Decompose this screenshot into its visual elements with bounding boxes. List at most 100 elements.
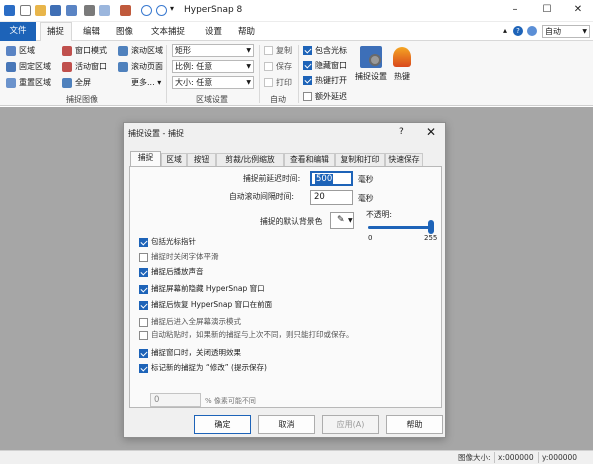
reset-region-icon <box>6 77 16 88</box>
status-y: y:000000 <box>538 452 577 463</box>
chevron-down-icon: ▼ <box>246 79 251 86</box>
collapse-ribbon-icon[interactable]: ▴ <box>503 26 507 35</box>
copy-icon[interactable] <box>99 5 110 16</box>
shape-select[interactable]: 矩形 ▼ <box>172 44 254 57</box>
maximize-button[interactable]: ☐ <box>532 2 562 18</box>
mode-select[interactable]: 自动 ▼ <box>542 25 590 38</box>
chevron-down-icon: ▾ <box>157 78 162 87</box>
auto-copy-checkbox[interactable]: 复制 <box>264 45 292 56</box>
help-icon[interactable]: ? <box>513 26 523 36</box>
group-label-capture-image: 捕捉图像 <box>66 95 98 104</box>
cancel-button[interactable]: 取消 <box>258 415 315 434</box>
fixed-region-icon <box>6 61 16 72</box>
print-icon[interactable] <box>84 5 95 16</box>
window-mode-icon <box>62 45 72 56</box>
tab-edit[interactable]: 编辑 <box>83 25 100 37</box>
fixed-region-button[interactable]: 固定区域 <box>6 61 51 72</box>
tab-file[interactable]: 文件 <box>0 22 36 41</box>
dialog-help-button[interactable]: ? <box>399 127 404 137</box>
help-button[interactable]: 帮助 <box>386 415 443 434</box>
region-label: 区域 <box>19 46 35 55</box>
fixed-region-label: 固定区域 <box>19 62 51 71</box>
option-play-sound[interactable]: 捕捉后播放声音 <box>139 266 204 277</box>
option-autopaste-diff[interactable]: 自动粘贴时，如果新的捕捉与上次不同，则只能打印或保存。 <box>139 329 354 340</box>
minimize-button[interactable]: – <box>500 2 530 18</box>
include-cursor-checkbox[interactable]: 包含光标 <box>303 45 347 56</box>
option-label: 捕捉屏幕前隐藏 HyperSnap 窗口 <box>151 284 265 293</box>
hide-window-checkbox[interactable]: 隐藏窗口 <box>303 60 347 71</box>
scroll-region-button[interactable]: 滚动区域 <box>118 45 163 56</box>
tab-image[interactable]: 图像 <box>116 25 133 37</box>
dialog-tab-view-edit[interactable]: 查看和编辑 <box>284 153 335 166</box>
extra-delay-checkbox[interactable]: 额外延迟 <box>303 91 347 102</box>
dialog-tab-copy-print[interactable]: 复制和打印 <box>335 153 385 166</box>
undo-icon[interactable] <box>141 5 152 16</box>
checkbox-icon <box>139 317 148 327</box>
auto-print-label: 打印 <box>276 78 292 87</box>
option-label: 包括光标指针 <box>151 237 196 246</box>
capture-settings-button[interactable]: 捕捉设置 <box>351 44 391 90</box>
region-button[interactable]: 区域 <box>6 45 35 56</box>
new-icon[interactable] <box>20 5 31 16</box>
opacity-slider-thumb[interactable] <box>428 220 434 234</box>
option-include-cursor[interactable]: 包括光标指针 <box>139 236 196 247</box>
option-label: 自动粘贴时，如果新的捕捉与上次不同，则只能打印或保存。 <box>151 330 354 339</box>
option-disable-font-smoothing[interactable]: 捕捉时关闭字体平滑 <box>139 251 219 262</box>
status-x: x:000000 <box>494 452 534 463</box>
scroll-page-button[interactable]: 滚动页面 <box>118 61 163 72</box>
dialog-tab-crop-scale[interactable]: 剪裁/比例缩放 <box>216 153 284 166</box>
auto-print-checkbox[interactable]: 打印 <box>264 77 292 88</box>
ok-button[interactable]: 确定 <box>194 415 251 434</box>
hotkeys-button[interactable]: 热键 <box>389 44 415 90</box>
dialog-close-button[interactable]: ✕ <box>426 125 436 139</box>
save-icon[interactable] <box>50 5 61 16</box>
delay-input[interactable]: 500 <box>310 171 353 186</box>
hotkeys-on-checkbox[interactable]: 热键打开 <box>303 75 347 86</box>
close-button[interactable]: ✕ <box>563 2 593 18</box>
opacity-slider[interactable] <box>368 220 434 234</box>
option-restore-after-capture[interactable]: 捕捉后恢复 HyperSnap 窗口在前面 <box>139 299 272 310</box>
window-mode-button[interactable]: 窗口模式 <box>62 45 107 56</box>
apply-button[interactable]: 应用(A) <box>322 415 379 434</box>
open-icon[interactable] <box>35 5 46 16</box>
language-icon[interactable] <box>527 26 537 36</box>
settings-icon[interactable] <box>120 5 131 16</box>
bg-color-button[interactable]: ✎ ▼ <box>330 212 354 229</box>
hide-window-label: 隐藏窗口 <box>315 61 347 70</box>
checkbox-checked-icon <box>139 300 148 310</box>
size-select[interactable]: 大小: 任意 ▼ <box>172 76 254 89</box>
option-fullscreen-presentation[interactable]: 捕捉后进入全屏幕演示模式 <box>139 316 241 327</box>
checkbox-checked-icon <box>139 363 148 373</box>
reset-region-button[interactable]: 重置区域 <box>6 77 51 88</box>
capture-icon[interactable] <box>66 5 77 16</box>
dialog-tab-capture[interactable]: 捕捉 <box>130 151 161 167</box>
option-mark-modified[interactable]: 标记新的捕捉为 “修改” (提示保存) <box>139 362 267 373</box>
auto-save-label: 保存 <box>276 62 292 71</box>
active-window-button[interactable]: 活动窗口 <box>62 61 107 72</box>
scroll-page-icon <box>118 61 128 72</box>
group-label-auto: 自动 <box>270 95 286 104</box>
capture-tab-panel: 捕捉前延迟时间: 500 毫秒 自动滚动间隔时间: 20 毫秒 捕捉的默认背景色… <box>129 166 442 408</box>
chevron-down-icon: ▼ <box>246 63 251 70</box>
tab-settings[interactable]: 设置 <box>205 25 222 37</box>
tab-capture[interactable]: 捕捉 <box>47 25 64 37</box>
scroll-interval-input[interactable]: 20 <box>310 190 353 205</box>
capture-settings-icon <box>360 46 382 68</box>
ratio-select[interactable]: 比例: 任意 ▼ <box>172 60 254 73</box>
tab-text-capture[interactable]: 文本捕捉 <box>151 25 185 37</box>
dialog-tab-buttons[interactable]: 按钮 <box>187 153 216 166</box>
more-button[interactable]: 更多... ▾ <box>131 77 161 88</box>
dialog-tab-region[interactable]: 区域 <box>161 153 187 166</box>
redo-icon[interactable] <box>156 5 167 16</box>
full-screen-button[interactable]: 全屏 <box>62 77 91 88</box>
option-disable-transparency[interactable]: 捕捉窗口时，关闭透明效果 <box>139 347 241 358</box>
auto-save-checkbox[interactable]: 保存 <box>264 61 292 72</box>
pixel-diff-input[interactable]: 0 <box>150 393 201 407</box>
scroll-interval-unit: 毫秒 <box>358 194 374 203</box>
more-label: 更多... <box>131 78 155 87</box>
checkbox-checked-icon <box>139 284 148 294</box>
tab-help[interactable]: 帮助 <box>238 25 255 37</box>
dialog-tab-quick-save[interactable]: 快速保存 <box>385 153 423 166</box>
customize-dropdown-icon[interactable]: ▾ <box>170 4 174 13</box>
option-hide-before-capture[interactable]: 捕捉屏幕前隐藏 HyperSnap 窗口 <box>139 283 265 294</box>
